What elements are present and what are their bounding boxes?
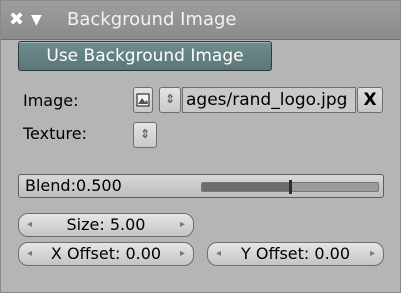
y-offset-field[interactable]: ◂ Y Offset: 0.00 ▸	[207, 242, 384, 266]
blend-fill	[202, 183, 290, 191]
y-offset-label: Y Offset: 0.00	[240, 244, 351, 263]
blend-track[interactable]	[201, 180, 379, 194]
triangle-down-icon[interactable]: ▼	[31, 7, 42, 33]
clear-image-button[interactable]: X	[357, 87, 383, 113]
background-image-panel: ✖ ▼ Background Image Use Background Imag…	[0, 0, 401, 293]
image-label: Image:	[23, 91, 79, 110]
image-browse-icon[interactable]	[133, 87, 153, 113]
texture-label: Texture:	[23, 124, 87, 143]
increment-arrow-icon[interactable]: ▸	[180, 214, 185, 236]
x-offset-field[interactable]: ◂ X Offset: 0.00 ▸	[18, 242, 194, 266]
size-field[interactable]: ◂ Size: 5.00 ▸	[18, 213, 194, 237]
blend-handle[interactable]	[289, 180, 292, 194]
blend-label: Blend:0.500	[25, 176, 122, 195]
increment-arrow-icon[interactable]: ▸	[180, 243, 185, 265]
increment-arrow-icon[interactable]: ▸	[370, 243, 375, 265]
close-icon[interactable]: ✖	[9, 7, 24, 33]
use-background-image-button[interactable]: Use Background Image	[18, 41, 272, 71]
x-offset-label: X Offset: 0.00	[50, 244, 162, 263]
image-path-field[interactable]: ages/rand_logo.jpg	[182, 87, 356, 113]
size-label: Size: 5.00	[66, 215, 146, 234]
panel-titlebar: ✖ ▼ Background Image	[1, 1, 400, 40]
image-spinner-icon[interactable]: ⇕	[159, 87, 181, 113]
texture-spinner-icon[interactable]: ⇕	[133, 122, 157, 148]
blend-slider[interactable]: Blend:0.500	[18, 174, 384, 198]
panel-title: Background Image	[67, 9, 237, 30]
